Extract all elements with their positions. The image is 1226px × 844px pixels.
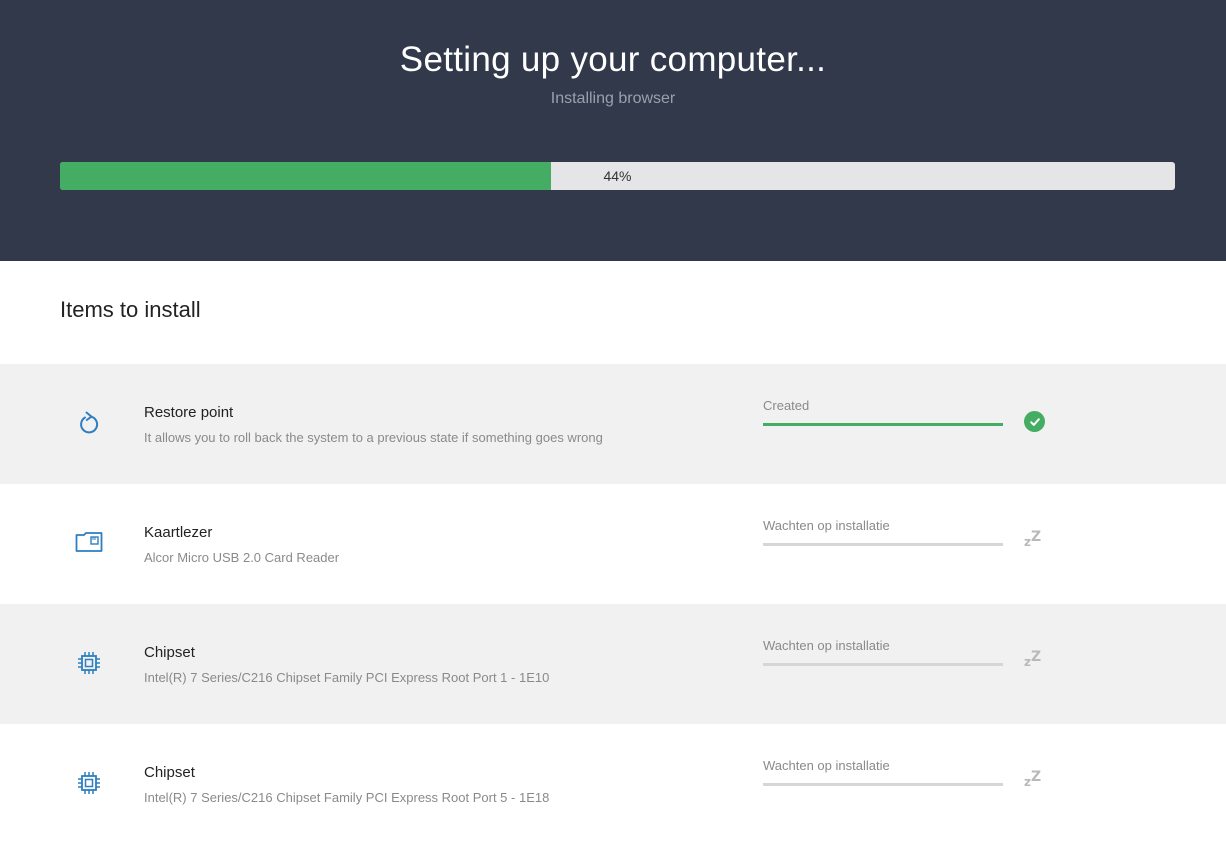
current-step-subtitle: Installing browser	[550, 90, 676, 107]
item-progress-bar	[763, 663, 1003, 666]
item-status: Wachten op installatie	[763, 758, 890, 773]
chip-icon	[74, 648, 104, 678]
item-title: Kaartlezer	[144, 524, 213, 541]
item-status: Wachten op installatie	[763, 638, 890, 653]
overall-progress-bar: 44%	[60, 162, 1175, 190]
item-progress-bar	[763, 783, 1003, 786]
item-title: Chipset	[144, 644, 195, 661]
item-progress-bar	[763, 423, 1003, 426]
item-description: It allows you to roll back the system to…	[144, 430, 603, 445]
check-circle-icon	[1024, 411, 1046, 433]
item-title: Chipset	[144, 764, 195, 781]
item-description: Intel(R) 7 Series/C216 Chipset Family PC…	[144, 670, 550, 685]
sleep-zz-icon: zZ	[1024, 649, 1042, 669]
item-description: Alcor Micro USB 2.0 Card Reader	[144, 550, 340, 565]
item-progress-bar	[763, 543, 1003, 546]
item-progress-fill	[763, 423, 1003, 426]
setup-header: Setting up your computer... Installing b…	[0, 0, 1226, 261]
overall-progress-label: 44%	[603, 168, 632, 184]
chip-icon	[74, 768, 104, 798]
card-reader-icon	[74, 528, 104, 558]
sleep-zz-icon: zZ	[1024, 769, 1042, 789]
item-status: Wachten op installatie	[763, 518, 890, 533]
items-section-title: Items to install	[60, 297, 201, 322]
item-title: Restore point	[144, 404, 234, 421]
page-title: Setting up your computer...	[399, 40, 827, 79]
item-status: Created	[763, 398, 810, 413]
install-item-row: Restore point It allows you to roll back…	[0, 364, 1226, 484]
install-item-row: Kaartlezer Alcor Micro USB 2.0 Card Read…	[0, 484, 1226, 604]
restore-icon	[74, 408, 104, 438]
item-description: Intel(R) 7 Series/C216 Chipset Family PC…	[144, 790, 550, 805]
install-items-list: Restore point It allows you to roll back…	[0, 364, 1226, 844]
install-item-row: Chipset Intel(R) 7 Series/C216 Chipset F…	[0, 724, 1226, 844]
sleep-zz-icon: zZ	[1024, 529, 1042, 549]
install-item-row: Chipset Intel(R) 7 Series/C216 Chipset F…	[0, 604, 1226, 724]
